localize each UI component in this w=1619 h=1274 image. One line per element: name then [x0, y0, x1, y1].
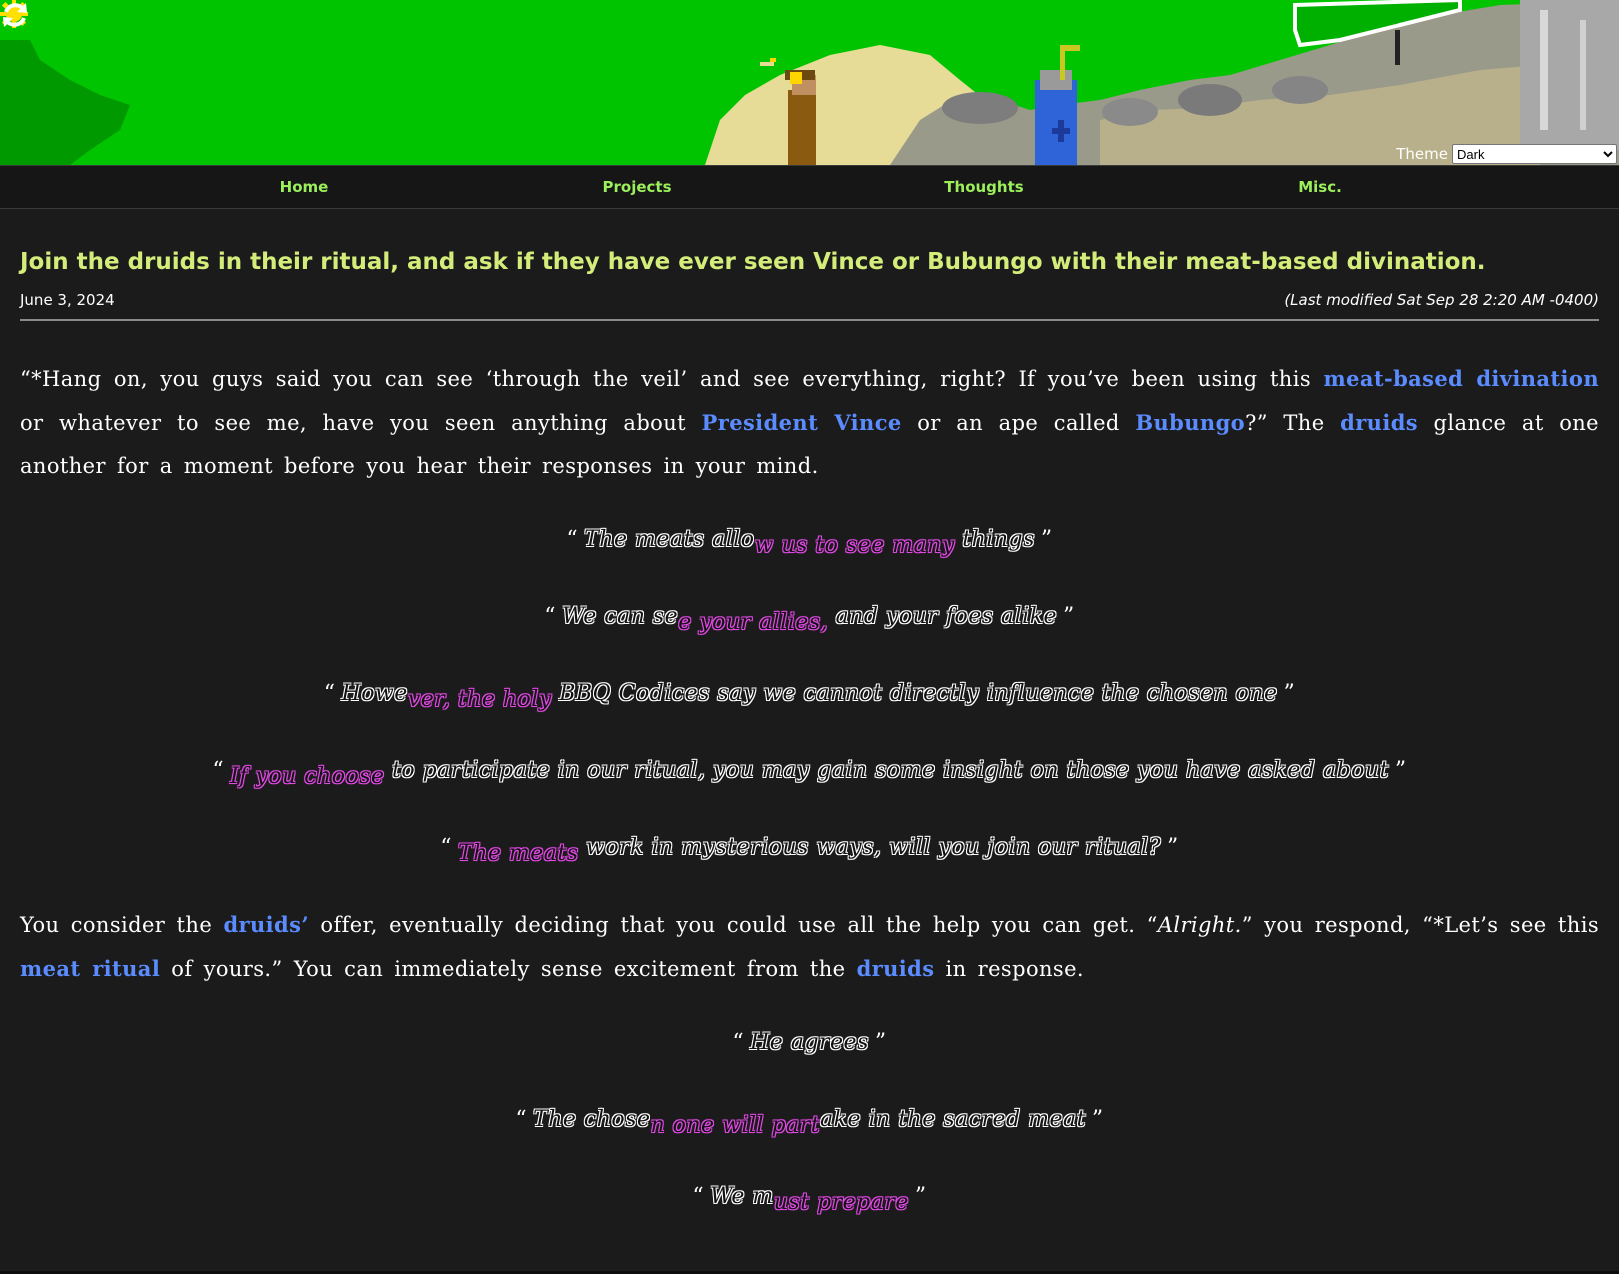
text-run: or an ape called	[901, 411, 1136, 435]
open-quote-mark: “	[515, 1107, 528, 1132]
text-run: of yours.” You can immediately sense exc…	[160, 957, 857, 981]
main-nav: Home Projects Thoughts Misc.	[0, 165, 1619, 209]
open-quote-mark: “	[732, 1030, 745, 1055]
post-meta: June 3, 2024 (Last modified Sat Sep 28 2…	[20, 291, 1599, 321]
close-quote-mark: ”	[1394, 758, 1407, 783]
close-quote-mark: ”	[1166, 835, 1179, 860]
link-druids[interactable]: druids’	[223, 912, 309, 937]
text-run: ?” The	[1245, 411, 1341, 435]
text-run: You consider the	[20, 913, 224, 937]
nav-thoughts[interactable]: Thoughts	[944, 178, 1023, 196]
druid-quote: “However, the holy BBQ Codices say we ca…	[20, 672, 1599, 716]
quote-text: Howe	[341, 681, 408, 706]
druid-quote: “We can see your allies, and your foes a…	[20, 595, 1599, 639]
quote-text-glow: The meats	[458, 841, 579, 866]
story-paragraph-1: “*Hang on, you guys said you can see ‘th…	[20, 357, 1599, 488]
druid-quote: “The chosen one will partake in the sacr…	[20, 1098, 1599, 1142]
post-date: June 3, 2024	[20, 291, 115, 309]
quote-text: We can se	[561, 604, 679, 629]
text-run: “*Hang on, you guys said you can see ‘th…	[20, 367, 1324, 391]
close-quote-mark: ”	[1040, 527, 1053, 552]
text-run-italic: Alright.	[1157, 913, 1242, 937]
link-druids[interactable]: druids	[1340, 410, 1418, 435]
close-quote-mark: ”	[1283, 681, 1296, 706]
open-quote-mark: “	[544, 604, 556, 629]
pixel-art-scene	[0, 0, 1619, 165]
quote-text: BBQ Codices say we cannot directly influ…	[551, 681, 1278, 706]
quote-text: work in mysterious ways, will you join o…	[578, 835, 1161, 860]
link-druids[interactable]: druids	[857, 956, 935, 981]
link-bubungo[interactable]: Bubungo	[1135, 410, 1245, 435]
close-quote-mark: ”	[914, 1184, 927, 1209]
header-banner: Theme Dark	[0, 0, 1619, 165]
quote-text: ake in the sacred meat	[820, 1107, 1086, 1132]
quote-text: to participate in our ritual, you may ga…	[384, 758, 1389, 783]
close-quote-mark: ”	[1063, 604, 1075, 629]
link-president-vince[interactable]: President Vince	[702, 410, 902, 435]
quote-text: The chose	[533, 1107, 651, 1132]
druid-quotes-2: “He agrees” “The chosen one will partake …	[20, 1021, 1599, 1219]
close-quote-mark: ”	[874, 1030, 887, 1055]
text-run: or whatever to see me, have you seen any…	[20, 411, 702, 435]
quote-text-glow: n one will part	[650, 1113, 821, 1138]
druid-quote: “The meats allow us to see many things”	[20, 518, 1599, 562]
post-title: Join the druids in their ritual, and ask…	[20, 249, 1486, 275]
theme-switcher: Theme Dark	[1396, 144, 1617, 164]
open-quote-mark: “	[212, 758, 225, 783]
druid-quote: “The meats work in mysterious ways, will…	[20, 826, 1599, 870]
quote-text: The meats allo	[584, 527, 755, 552]
quote-text-glow: If you choose	[230, 764, 385, 789]
quote-text-glow: ust prepare	[773, 1190, 909, 1215]
link-meat-based-divination[interactable]: meat-based divination	[1323, 366, 1599, 391]
quote-text-glow: e your allies,	[678, 610, 829, 635]
open-quote-mark: “	[692, 1184, 705, 1209]
theme-select[interactable]: Dark	[1452, 144, 1617, 164]
druid-quote: “If you choose to participate in our rit…	[20, 749, 1599, 793]
nav-misc[interactable]: Misc.	[1298, 178, 1342, 196]
nav-home[interactable]: Home	[280, 178, 329, 196]
quote-text: He agrees	[750, 1030, 869, 1055]
close-quote-mark: ”	[1091, 1107, 1104, 1132]
quote-text: things	[954, 527, 1035, 552]
text-run: in response.	[934, 957, 1084, 981]
link-meat-ritual[interactable]: meat ritual	[20, 956, 160, 981]
quote-text: We m	[710, 1184, 774, 1209]
post-modified: (Last modified Sat Sep 28 2:20 AM -0400)	[1284, 291, 1599, 309]
quote-text-glow: ver, the holy	[407, 687, 552, 712]
druid-quotes-1: “The meats allow us to see many things” “…	[20, 518, 1599, 870]
quote-text-glow: w us to see many	[754, 533, 955, 558]
theme-label: Theme	[1396, 145, 1448, 163]
nav-projects[interactable]: Projects	[602, 178, 671, 196]
druid-quote: “We must prepare”	[20, 1175, 1599, 1219]
story-paragraph-2: You consider the druids’ offer, eventual…	[20, 903, 1599, 991]
refresh-icon[interactable]	[0, 0, 30, 30]
open-quote-mark: “	[323, 681, 336, 706]
open-quote-mark: “	[566, 527, 579, 552]
text-run: ” you respond, “*Let’s see this	[1241, 913, 1599, 937]
druid-quote: “He agrees”	[20, 1021, 1599, 1065]
quote-text: and your foes alike	[828, 604, 1058, 629]
open-quote-mark: “	[440, 835, 453, 860]
text-run: offer, eventually deciding that you coul…	[309, 913, 1158, 937]
post-content: Join the druids in their ritual, and ask…	[0, 209, 1619, 1271]
